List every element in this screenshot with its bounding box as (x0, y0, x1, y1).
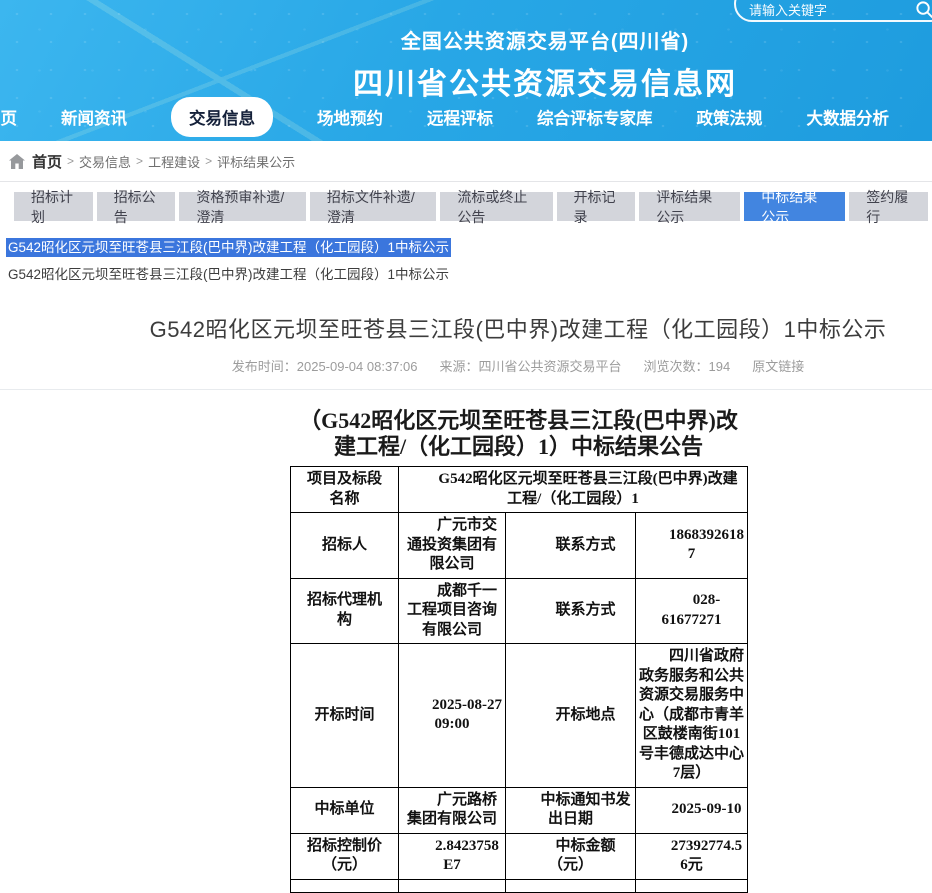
breadcrumb-item-1[interactable]: 工程建设 (148, 152, 200, 171)
table-cell-r2c3: 028-61677271 (636, 578, 748, 644)
page-title: G542昭化区元坝至旺苍县三江段(巴中界)改建工程（化工园段）1中标公示 (52, 312, 932, 344)
table-cell-r4c1: 广元路桥集团有限公司 (399, 787, 506, 833)
nav-item-2[interactable]: 交易信息 (171, 97, 273, 137)
main-nav: 首页新闻资讯交易信息场地预约远程评标综合评标专家库政策法规大数据分析诚信监督曝光… (0, 95, 932, 139)
table-row-1: 招标人广元市交通投资集团有限公司联系方式18683926187 (291, 513, 748, 579)
nav-item-6[interactable]: 政策法规 (697, 105, 763, 129)
table-cell-r0c0: 项目及标段名称 (291, 467, 399, 513)
document-title: （G542昭化区元坝至旺苍县三江段(巴中界)改建工程/（化工园段）1）中标结果公… (290, 408, 747, 460)
tab-7[interactable]: 中标结果公示 (744, 192, 845, 221)
table-cell-r6c1 (399, 879, 506, 892)
divider (0, 389, 932, 390)
article-header: G542昭化区元坝至旺苍县三江段(巴中界)改建工程（化工园段）1中标公示 发布时… (52, 312, 932, 375)
breadcrumb-separator: > (205, 154, 212, 168)
table-cell-r6c0 (291, 879, 399, 892)
table-cell-r2c0: 招标代理机构 (291, 578, 399, 644)
tab-6[interactable]: 评标结果公示 (639, 192, 740, 221)
breadcrumb-item-0[interactable]: 交易信息 (79, 152, 131, 171)
table-cell-r5c2: 中标金额（元） (506, 833, 636, 879)
breadcrumb: 首页 > 交易信息 > 工程建设 > 评标结果公示 (0, 141, 932, 182)
document-body: （G542昭化区元坝至旺苍县三江段(巴中界)改建工程/（化工园段）1）中标结果公… (290, 408, 747, 893)
list-item-selected[interactable]: G542昭化区元坝至旺苍县三江段(巴中界)改建工程（化工园段）1中标公示 (6, 238, 451, 257)
table-cell-r3c3: 四川省政府政务服务和公共资源交易服务中心（成都市青羊区鼓楼南街101号丰德成达中… (636, 644, 748, 788)
table-cell-r6c3 (636, 879, 748, 892)
table-cell-r5c1: 2.8423758E7 (399, 833, 506, 879)
table-cell-r5c0: 招标控制价（元） (291, 833, 399, 879)
table-cell-r5c3: 27392774.56元 (636, 833, 748, 879)
nav-item-7[interactable]: 大数据分析 (807, 105, 890, 129)
meta-item-2: 浏览次数：194 (644, 359, 731, 374)
result-list: G542昭化区元坝至旺苍县三江段(巴中界)改建工程（化工园段）1中标公示 G54… (0, 221, 932, 283)
tab-1[interactable]: 招标公告 (97, 192, 176, 221)
table-cell-r3c2: 开标地点 (506, 644, 636, 788)
table-cell-r3c1: 2025-08-27 09:00 (399, 644, 506, 788)
tab-0[interactable]: 招标计划 (14, 192, 93, 221)
search-icon[interactable] (915, 0, 932, 19)
table-cell-r0c1: G542昭化区元坝至旺苍县三江段(巴中界)改建工程/（化工园段）1 (399, 467, 748, 513)
tab-4[interactable]: 流标或终止公告 (440, 192, 552, 221)
table-row-3: 开标时间2025-08-27 09:00开标地点四川省政府政务服务和公共资源交易… (291, 644, 748, 788)
origin-link[interactable]: 原文链接 (752, 359, 804, 374)
tab-2[interactable]: 资格预审补遗/澄清 (179, 192, 305, 221)
table-cell-r4c0: 中标单位 (291, 787, 399, 833)
bid-result-table: 项目及标段名称G542昭化区元坝至旺苍县三江段(巴中界)改建工程/（化工园段）1… (290, 466, 748, 893)
nav-item-3[interactable]: 场地预约 (317, 105, 383, 129)
meta-item-1: 来源：四川省公共资源交易平台 (439, 359, 621, 374)
search-placeholder: 请输入关键字 (749, 0, 915, 19)
document-title-line-2: 建工程/（化工园段）1）中标结果公告 (290, 434, 747, 460)
table-cell-r2c2: 联系方式 (506, 578, 636, 644)
breadcrumb-separator: > (136, 154, 143, 168)
site-title-small: 全国公共资源交易平台(四川省) (79, 25, 932, 54)
breadcrumb-item-2[interactable]: 评标结果公示 (217, 152, 295, 171)
table-cell-r1c0: 招标人 (291, 513, 399, 579)
table-cell-r6c2 (506, 879, 636, 892)
tab-3[interactable]: 招标文件补遗/澄清 (310, 192, 436, 221)
table-row-2: 招标代理机构成都千一工程项目咨询有限公司联系方式028-61677271 (291, 578, 748, 644)
tab-5[interactable]: 开标记录 (557, 192, 636, 221)
nav-item-1[interactable]: 新闻资讯 (61, 105, 127, 129)
table-cell-r4c3: 2025-09-10 (636, 787, 748, 833)
breadcrumb-home[interactable]: 首页 (32, 151, 62, 172)
list-item[interactable]: G542昭化区元坝至旺苍县三江段(巴中界)改建工程（化工园段）1中标公示 (6, 266, 932, 283)
table-cell-r3c0: 开标时间 (291, 644, 399, 788)
table-cell-r2c1: 成都千一工程项目咨询有限公司 (399, 578, 506, 644)
breadcrumb-separator: > (67, 154, 74, 168)
table-cell-r4c2: 中标通知书发出日期 (506, 787, 636, 833)
document-title-line-1: （G542昭化区元坝至旺苍县三江段(巴中界)改 (290, 408, 747, 434)
table-row-4: 中标单位广元路桥集团有限公司中标通知书发出日期2025-09-10 (291, 787, 748, 833)
site-header: 请输入关键字 全国公共资源交易平台(四川省) 四川省公共资源交易信息网 首页 新闻… (0, 0, 932, 141)
article-meta: 发布时间：2025-09-04 08:37:06 来源：四川省公共资源交易平台 浏览… (52, 356, 932, 375)
meta-item-0: 发布时间：2025-09-04 08:37:06 (232, 359, 418, 374)
nav-item-5[interactable]: 综合评标专家库 (537, 105, 653, 129)
table-cell-r1c2: 联系方式 (506, 513, 636, 579)
tab-8[interactable]: 签约履行 (849, 192, 928, 221)
nav-item-4[interactable]: 远程评标 (427, 105, 493, 129)
table-row-5: 招标控制价（元）2.8423758E7中标金额（元）27392774.56元 (291, 833, 748, 879)
table-row-6 (291, 879, 748, 892)
home-icon (9, 154, 25, 169)
table-cell-r1c3: 18683926187 (636, 513, 748, 579)
tab-bar: 招标计划招标公告资格预审补遗/澄清招标文件补遗/澄清流标或终止公告开标记录评标结… (0, 182, 932, 221)
search-input[interactable]: 请输入关键字 (734, 0, 932, 22)
nav-item-0[interactable]: 首页 (0, 105, 17, 129)
site-titles: 全国公共资源交易平台(四川省) 四川省公共资源交易信息网 (79, 25, 932, 103)
table-cell-r1c1: 广元市交通投资集团有限公司 (399, 513, 506, 579)
table-row-0: 项目及标段名称G542昭化区元坝至旺苍县三江段(巴中界)改建工程/（化工园段）1 (291, 467, 748, 513)
